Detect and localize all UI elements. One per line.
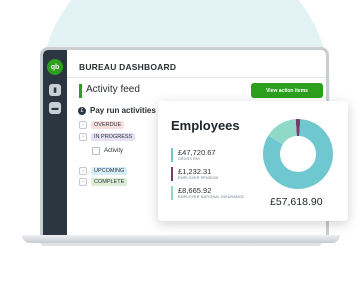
metric-label: GROSS PAY [178,157,201,161]
employees-title: Employees [171,118,240,133]
activity-feed-accent [79,84,82,98]
view-action-items-button[interactable]: View action items [251,83,323,98]
activity-row[interactable]: Activity [92,147,123,155]
metric-value: £8,665.92 [178,186,212,195]
employees-total: £57,618.90 [270,196,323,208]
pay-run-header: £ Pay run activities [78,106,156,115]
metric-gross-pay: £47,720.67 GROSS PAY [171,148,216,162]
page-title: BUREAU DASHBOARD [79,62,177,72]
header-divider [67,77,326,78]
laptop-base [22,235,340,243]
chevron-right-icon[interactable]: › [79,167,87,175]
metric-employer-pension: £1,232.31 EMPLOYER PENSION [171,167,218,181]
metric-value: £1,232.31 [178,167,212,176]
chevron-right-icon[interactable]: › [79,178,87,186]
pay-run-title: Pay run activities [90,106,156,115]
activity-feed-title: Activity feed [86,84,140,95]
status-badge: UPCOMING [91,167,128,175]
chevron-right-icon[interactable]: › [79,133,87,141]
status-row-upcoming[interactable]: › UPCOMING [79,167,128,175]
metric-value: £47,720.67 [178,148,216,157]
metric-label: EMPLOYER PENSION [178,176,219,180]
employees-card[interactable]: Employees £47,720.67 GROSS PAY £1,232.31… [158,101,348,221]
metric-label: EMPLOYER NATIONAL INSURANCE [178,195,245,199]
activity-checkbox[interactable] [92,147,100,155]
quickbooks-logo[interactable]: qb [47,59,63,75]
status-badge: OVERDUE [91,121,125,129]
activity-label: Activity [104,148,124,154]
status-row-overdue[interactable]: › OVERDUE [79,121,125,129]
pay-run-icon: £ [78,106,86,115]
status-badge: COMPLETE [91,178,128,186]
chart-icon[interactable]: ▮ [49,84,61,96]
chevron-right-icon[interactable]: › [79,121,87,129]
metric-employer-ni: £8,665.92 EMPLOYER NATIONAL INSURANCE [171,186,244,200]
status-row-complete[interactable]: › COMPLETE [79,178,128,186]
status-row-in-progress[interactable]: › IN PROGRESS [79,133,136,141]
briefcase-icon[interactable]: ▬ [49,102,61,114]
employees-donut-chart [263,119,333,189]
sidebar: qb ▮ ▬ [43,50,67,238]
status-badge: IN PROGRESS [91,133,136,141]
